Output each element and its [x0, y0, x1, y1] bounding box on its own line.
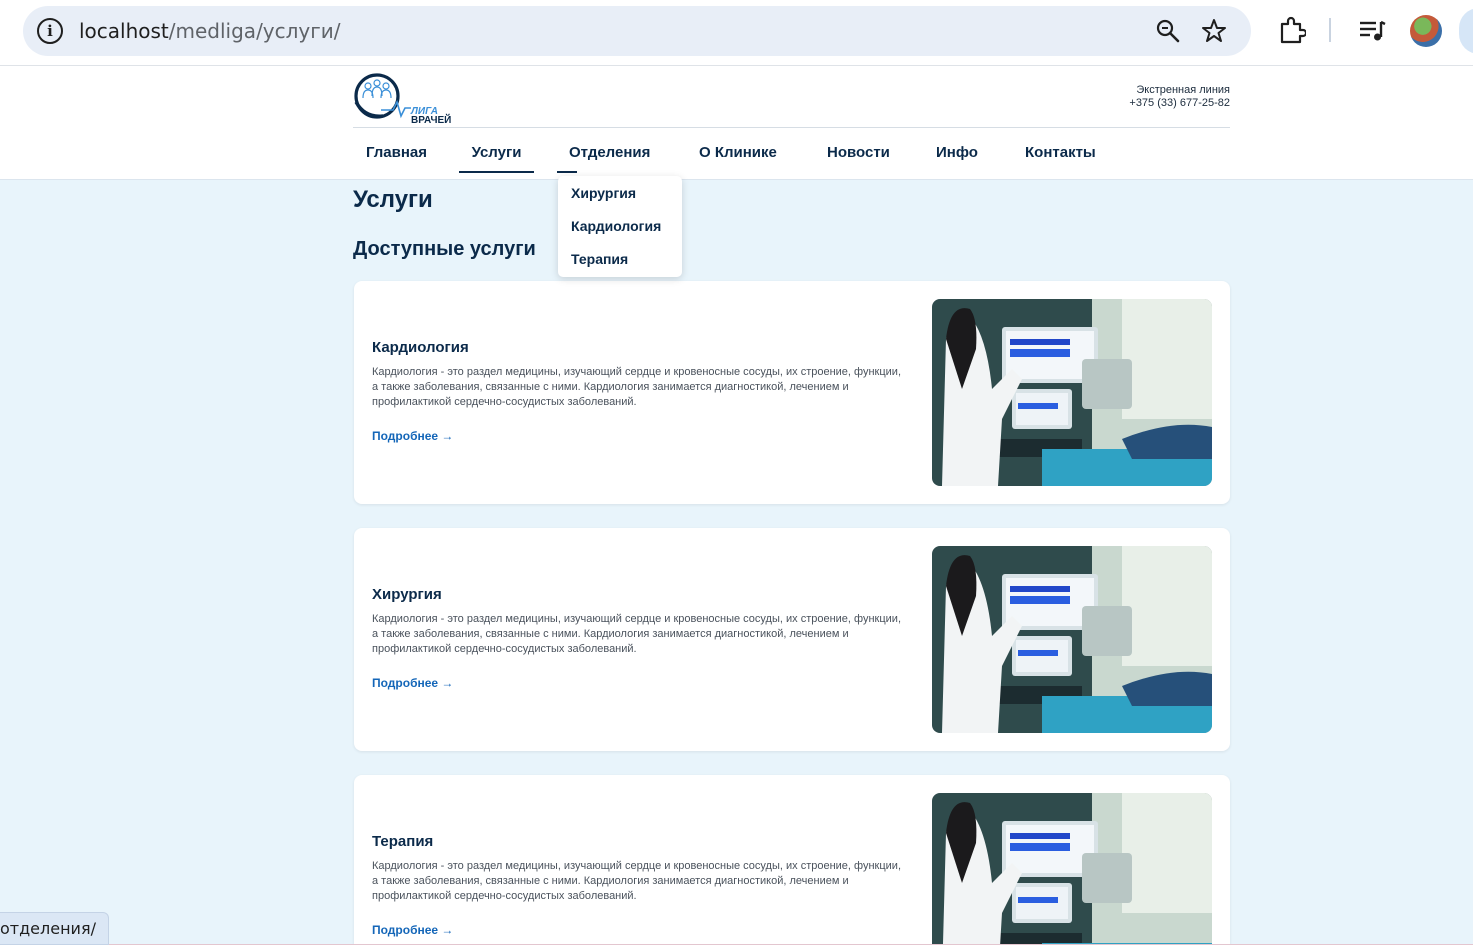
nav-item-about[interactable]: О Клинике [699, 128, 777, 172]
extensions-icon[interactable] [1278, 16, 1306, 46]
hotline-label: Экстренная линия [1136, 84, 1230, 96]
service-card-more-link[interactable]: Подробнее → [372, 676, 453, 690]
logo[interactable]: ЛИГА ВРАЧЕЙ [353, 72, 457, 124]
nav-item-services[interactable]: Услуги [459, 128, 534, 173]
toolbar-separator [1329, 18, 1331, 42]
service-card-description: Кардиология - это раздел медицины, изуча… [372, 860, 901, 902]
page-title: Услуги [353, 186, 433, 213]
url-host: localhost [79, 19, 169, 43]
bookmark-star-icon[interactable] [1201, 18, 1227, 44]
service-card-title: Хирургия [372, 586, 442, 603]
dropdown-item-cardiology[interactable]: Кардиология [571, 218, 661, 234]
service-card-more-link[interactable]: Подробнее → [372, 923, 453, 937]
hotline-phone[interactable]: +375 (33) 677-25-82 [1080, 97, 1230, 110]
browser-toolbar: i localhost/medliga/услуги/ [0, 0, 1473, 66]
logo-text-line2: ВРАЧЕЙ [411, 113, 451, 124]
dropdown-item-surgery[interactable]: Хирургия [571, 185, 636, 201]
zoom-icon[interactable] [1155, 18, 1181, 44]
link-status-bubble: отделения/ [0, 912, 109, 945]
nav-item-home[interactable]: Главная [366, 128, 427, 172]
service-card-description: Кардиология - это раздел медицины, изуча… [372, 366, 901, 408]
service-card-image [932, 299, 1212, 486]
departments-dropdown: Хирургия Кардиология Терапия [558, 176, 682, 277]
hotline: Экстренная линия +375 (33) 677-25-82 [1080, 84, 1230, 110]
section-title: Доступные услуги [353, 238, 536, 260]
url-path: /medliga/услуги/ [168, 19, 341, 43]
nav-item-contacts[interactable]: Контакты [1025, 128, 1096, 172]
media-controls-icon[interactable] [1358, 18, 1386, 44]
dropdown-item-therapy[interactable]: Терапия [571, 251, 628, 267]
service-card-title: Терапия [372, 833, 434, 850]
nav-item-news[interactable]: Новости [827, 128, 890, 172]
info-icon[interactable]: i [37, 18, 63, 44]
service-card-image [932, 793, 1212, 949]
address-bar[interactable]: i localhost/medliga/услуги/ [23, 6, 1251, 56]
window-bottom-edge [0, 944, 1473, 949]
nav-item-info[interactable]: Инфо [936, 128, 978, 172]
service-card: Кардиология Кардиология - это раздел мед… [354, 281, 1230, 504]
service-card-description: Кардиология - это раздел медицины, изуча… [372, 613, 901, 655]
profile-avatar[interactable] [1410, 15, 1442, 47]
side-panel-button[interactable] [1459, 8, 1473, 54]
service-card: Терапия Кардиология - это раздел медицин… [354, 775, 1230, 949]
service-card-title: Кардиология [372, 339, 469, 356]
url-text[interactable]: localhost/medliga/услуги/ [79, 19, 341, 43]
service-card-image [932, 546, 1212, 733]
service-card-more-link[interactable]: Подробнее → [372, 429, 453, 443]
nav-item-departments[interactable]: Отделения [556, 128, 650, 173]
site-header: ЛИГА ВРАЧЕЙ Экстренная линия +375 (33) 6… [0, 66, 1473, 180]
service-card: Хирургия Кардиология - это раздел медици… [354, 528, 1230, 751]
